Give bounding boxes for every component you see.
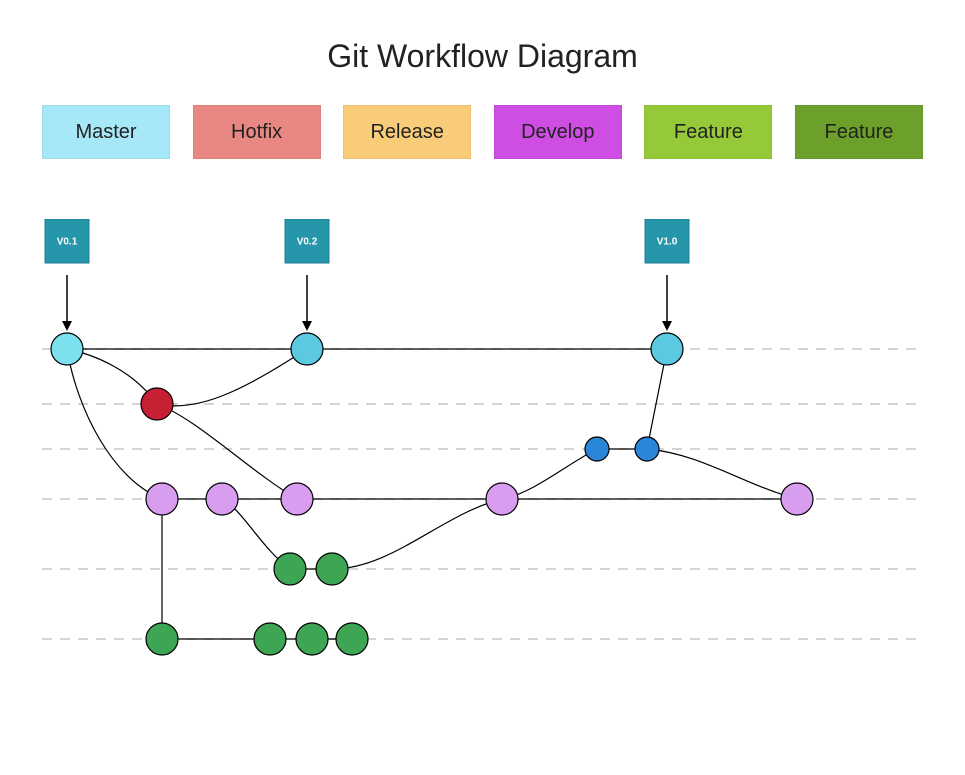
commit-develop-2 [281,483,313,515]
svg-text:V0.1: V0.1 [57,237,78,248]
branch-edge [647,449,797,499]
commit-master-0 [51,333,83,365]
commit-release-0 [585,437,609,461]
legend-row: Master Hotfix Release Develop Feature Feature [42,105,923,159]
svg-text:V0.2: V0.2 [297,237,318,248]
commit-master-1 [291,333,323,365]
commit-feature2-3 [336,623,368,655]
commit-develop-4 [781,483,813,515]
branch-edge [157,349,307,406]
commit-master-2 [651,333,683,365]
commit-feature2-0 [146,623,178,655]
diagram-svg: V0.1 V0.2 V1.0 [22,219,942,699]
legend-master-0: Master [42,105,170,159]
tag-v01: V0.1 [45,219,89,331]
branch-edge [332,499,502,569]
legend-develop-3: Develop [494,105,622,159]
commit-feature1-0 [274,553,306,585]
commit-develop-0 [146,483,178,515]
legend-feature-4: Feature [644,105,772,159]
diagram-title: Git Workflow Diagram [0,38,965,75]
svg-text:V1.0: V1.0 [657,237,678,248]
commit-release-1 [635,437,659,461]
commit-feature2-1 [254,623,286,655]
tag-v02: V0.2 [285,219,329,331]
legend-release-2: Release [343,105,471,159]
branch-edge [67,349,162,499]
commit-develop-1 [206,483,238,515]
tag-v10: V1.0 [645,219,689,331]
commit-feature2-2 [296,623,328,655]
commit-feature1-1 [316,553,348,585]
git-workflow-diagram: V0.1 V0.2 V1.0 [22,219,942,699]
legend-hotfix-1: Hotfix [193,105,321,159]
commit-hotfix-0 [141,388,173,420]
commit-develop-3 [486,483,518,515]
legend-feature-5: Feature [795,105,923,159]
